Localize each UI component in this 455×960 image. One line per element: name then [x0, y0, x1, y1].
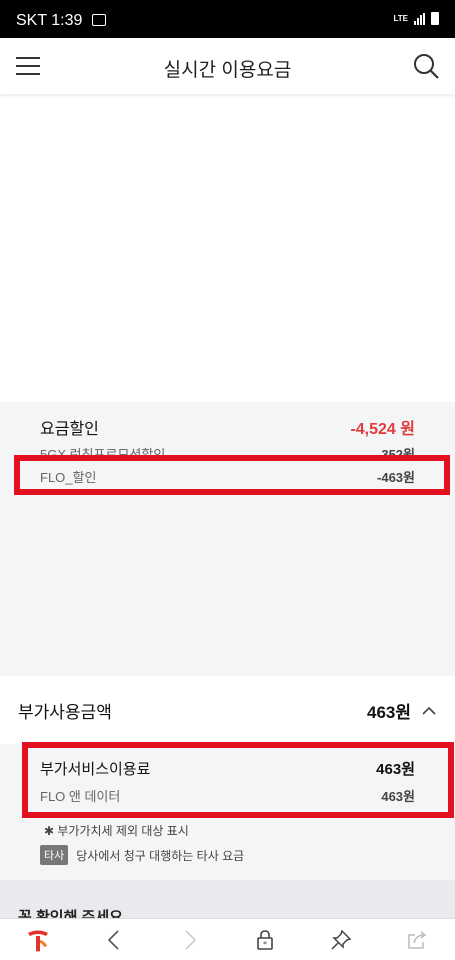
third-party-text: 당사에서 청구 대행하는 타사 요금	[76, 848, 245, 863]
pin-icon	[331, 929, 352, 950]
gallery-icon	[92, 14, 106, 26]
addon-header[interactable]: 부가사용금액 463원	[18, 698, 437, 723]
next-section-label: 꼭 확인해 주세요	[18, 909, 123, 918]
system-icons: LTE	[393, 12, 439, 25]
chevron-left-icon	[107, 929, 119, 950]
discount-summary-row: 요금할인 -4,524 원	[40, 415, 415, 439]
forward-button[interactable]	[170, 920, 210, 960]
search-button[interactable]	[411, 51, 441, 81]
addon-total: 463원	[367, 698, 437, 723]
lte-label: LTE	[393, 13, 408, 23]
third-party-badge: 타사	[40, 845, 69, 865]
home-button[interactable]	[18, 920, 58, 960]
share-icon	[408, 930, 427, 949]
t-logo-icon	[27, 930, 48, 951]
lock-icon: *	[257, 929, 274, 950]
app-bar: 실시간 이용요금	[0, 38, 455, 94]
addon-amount: 463원	[366, 703, 411, 722]
signal-icon	[414, 12, 425, 25]
third-party-note: 타사 당사에서 청구 대행하는 타사 요금	[40, 845, 244, 865]
chevron-right-icon	[184, 929, 196, 950]
highlight-box	[14, 455, 450, 495]
lock-button[interactable]: *	[245, 920, 285, 960]
status-time: SKT 1:39	[16, 12, 83, 29]
battery-icon	[431, 12, 439, 25]
back-button[interactable]	[94, 920, 134, 960]
chevron-up-icon[interactable]	[421, 706, 437, 716]
discount-amount: -4,524 원	[350, 421, 415, 438]
search-icon	[414, 54, 439, 79]
discount-label: 요금할인	[40, 421, 99, 438]
page-title: 실시간 이용요금	[163, 60, 292, 81]
bottom-nav: *	[0, 918, 455, 960]
share-button[interactable]	[397, 920, 437, 960]
highlight-box	[22, 742, 454, 818]
next-section[interactable]: 꼭 확인해 주세요	[0, 880, 455, 918]
addon-label: 부가사용금액	[18, 703, 112, 722]
svg-text:*: *	[263, 940, 267, 949]
pin-button[interactable]	[321, 920, 361, 960]
status-bar: SKT 1:39 LTE	[0, 0, 455, 38]
vat-note: ✱ 부가가치세 제외 대상 표시	[44, 824, 189, 838]
